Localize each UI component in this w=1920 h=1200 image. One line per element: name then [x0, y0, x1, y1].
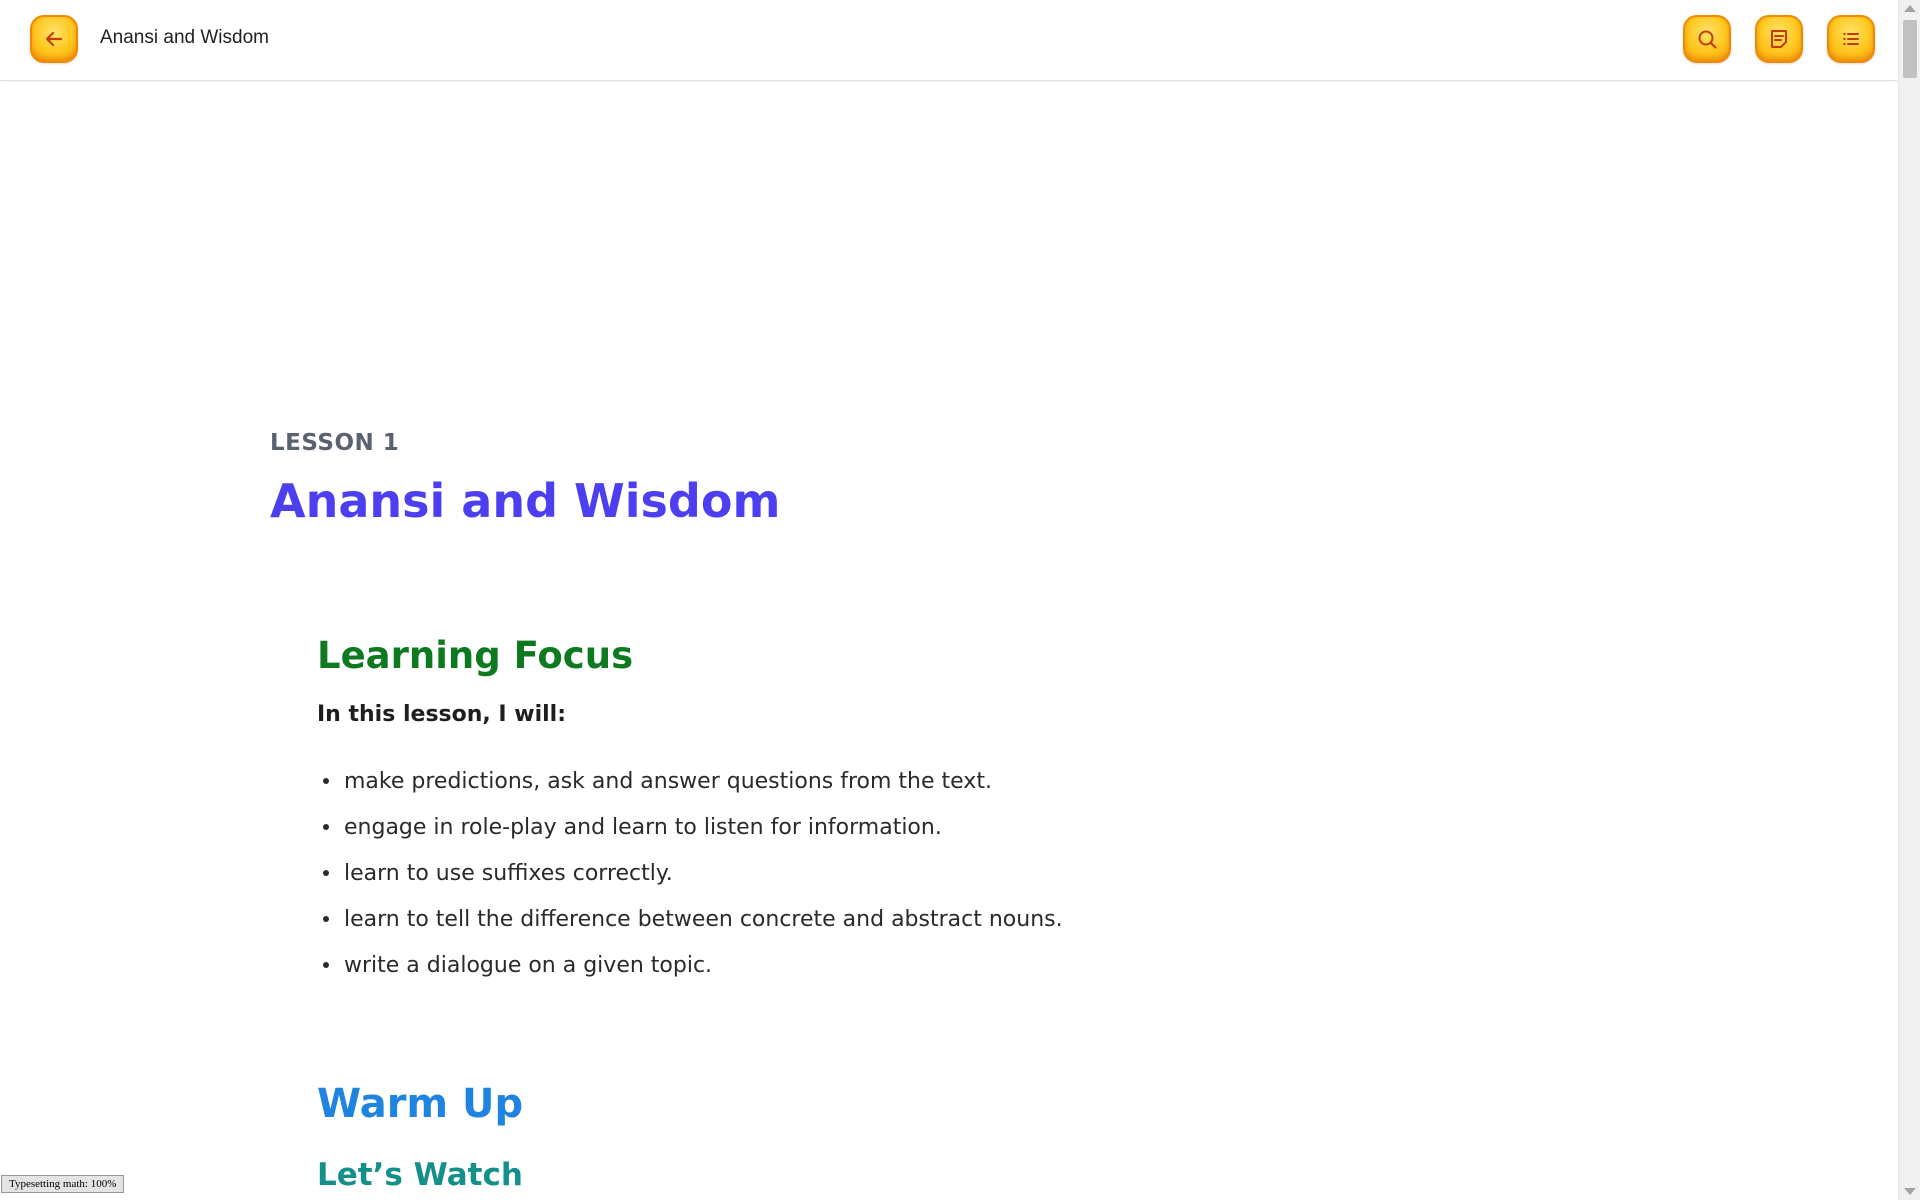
lesson-content: LESSON 1 Anansi and Wisdom Learning Focu… — [270, 425, 1470, 1195]
search-button[interactable] — [1683, 15, 1731, 63]
typesetting-status: Typesetting math: 100% — [1, 1175, 125, 1193]
page-title: Anansi and Wisdom — [100, 27, 269, 48]
bullet-icon — [323, 916, 329, 922]
bullet-icon — [323, 778, 329, 784]
list-item: write a dialogue on a given topic. — [317, 943, 1470, 989]
list-item-text: write a dialogue on a given topic. — [344, 953, 713, 978]
notes-button[interactable] — [1755, 15, 1803, 63]
learning-focus-intro: In this lesson, I will: — [317, 702, 567, 727]
learning-focus-section: Learning Focus In this lesson, I will: m… — [317, 631, 1470, 1195]
list-item-text: engage in role-play and learn to listen … — [344, 815, 942, 840]
list-item-text: make predictions, ask and answer questio… — [344, 769, 992, 794]
table-of-contents-button[interactable] — [1827, 15, 1875, 63]
scrollbar-thumb[interactable] — [1903, 20, 1917, 78]
list-icon — [1843, 32, 1859, 46]
lets-watch-heading: Let’s Watch — [317, 1157, 523, 1193]
arrow-left-icon — [45, 31, 63, 47]
list-item-text: learn to use suffixes correctly. — [344, 861, 673, 886]
lesson-number-label: LESSON 1 — [270, 430, 400, 456]
bullet-icon — [323, 824, 329, 830]
list-item: learn to use suffixes correctly. — [317, 851, 1470, 897]
lesson-title: Anansi and Wisdom — [270, 474, 781, 528]
vertical-scrollbar[interactable] — [1898, 0, 1920, 1200]
learning-focus-list: make predictions, ask and answer questio… — [317, 759, 1470, 989]
scroll-down-arrow-icon[interactable] — [1904, 1188, 1916, 1195]
top-bar: Anansi and Wisdom — [0, 0, 1898, 81]
back-button[interactable] — [30, 15, 78, 63]
notes-icon — [1771, 30, 1787, 48]
list-item-text: learn to tell the difference between con… — [344, 907, 1063, 932]
learning-focus-heading: Learning Focus — [317, 634, 634, 677]
search-icon — [1698, 30, 1717, 49]
list-item: engage in role-play and learn to listen … — [317, 805, 1470, 851]
list-item: make predictions, ask and answer questio… — [317, 759, 1470, 805]
warm-up-heading: Warm Up — [317, 1081, 524, 1127]
list-item: learn to tell the difference between con… — [317, 897, 1470, 943]
bullet-icon — [323, 962, 329, 968]
scroll-up-arrow-icon[interactable] — [1904, 5, 1916, 12]
bullet-icon — [323, 870, 329, 876]
